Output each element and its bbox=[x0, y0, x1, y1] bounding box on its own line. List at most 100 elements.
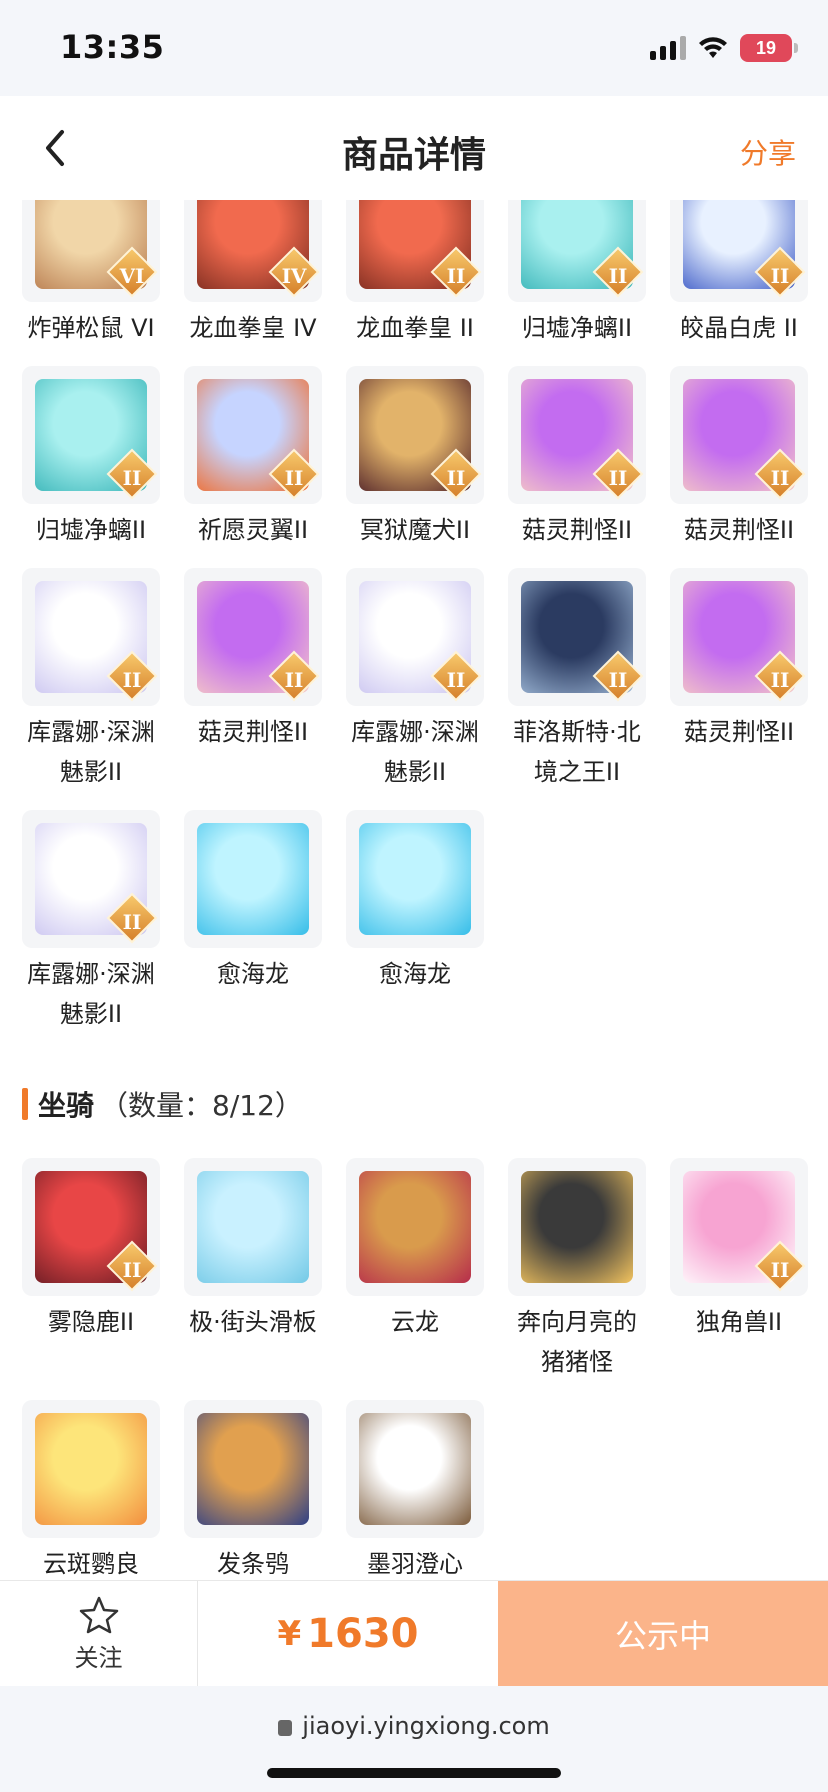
pet-item[interactable]: II 皎晶白虎 II bbox=[670, 200, 808, 348]
item-thumbnail[interactable]: II bbox=[346, 200, 484, 302]
item-thumbnail[interactable] bbox=[22, 1400, 160, 1538]
grade-badge-text: II bbox=[284, 466, 304, 490]
price: ¥ 1630 bbox=[198, 1581, 498, 1687]
follow-button[interactable]: 关注 bbox=[0, 1581, 198, 1687]
item-name: 极·街头滑板 bbox=[189, 1308, 317, 1336]
item-thumbnail[interactable]: II bbox=[508, 366, 646, 504]
battery-level: 19 bbox=[755, 37, 777, 58]
item-thumbnail[interactable]: II bbox=[22, 1158, 160, 1296]
battery-icon: 19 bbox=[740, 34, 798, 62]
item-name: 菇灵荆怪II bbox=[683, 718, 795, 746]
item-thumbnail[interactable]: II bbox=[508, 200, 646, 302]
pet-item[interactable]: II 菇灵荆怪II bbox=[670, 366, 808, 550]
pets-grid: VI 炸弹松鼠 VI IV 龙血拳皇 IV II 龙血拳皇 II II 归墟净螭II II 皎晶白… bbox=[0, 200, 828, 1034]
pet-item[interactable]: II 库露娜·深渊魅影II bbox=[22, 810, 160, 1034]
pet-item[interactable]: II 冥狱魔犬II bbox=[346, 366, 484, 550]
publicity-status-button[interactable]: 公示中 bbox=[498, 1581, 828, 1687]
pet-item[interactable]: II 归墟净螭II bbox=[508, 200, 646, 348]
mount-item[interactable]: 极·街头滑板 bbox=[184, 1158, 322, 1382]
item-art bbox=[197, 1413, 309, 1525]
item-thumbnail[interactable]: II bbox=[670, 1158, 808, 1296]
grade-badge-text: II bbox=[608, 466, 628, 490]
pet-item[interactable]: II 库露娜·深渊魅影II bbox=[22, 568, 160, 792]
item-thumbnail[interactable] bbox=[346, 1400, 484, 1538]
pet-item[interactable]: VI 炸弹松鼠 VI bbox=[22, 200, 160, 348]
item-thumbnail[interactable]: II bbox=[670, 366, 808, 504]
item-name: 皎晶白虎 II bbox=[680, 314, 798, 342]
mount-item[interactable]: 云龙 bbox=[346, 1158, 484, 1382]
url-text-wrap[interactable]: jiaoyi.yingxiong.com bbox=[0, 1712, 828, 1740]
content-area[interactable]: VI 炸弹松鼠 VI IV 龙血拳皇 IV II 龙血拳皇 II II 归墟净螭II II 皎晶白… bbox=[0, 200, 828, 1580]
grade-badge-text: II bbox=[770, 1258, 790, 1282]
mounts-grid: II 雾隐鹿II 极·街头滑板 云龙 奔向月亮的猪猪怪 II 独角兽II 云斑鹦良 发条鸮 墨羽澄… bbox=[0, 1158, 828, 1580]
item-name: 菇灵荆怪II bbox=[197, 718, 309, 746]
pet-item[interactable]: 愈海龙 bbox=[346, 810, 484, 1034]
grade-badge-text: IV bbox=[281, 264, 307, 288]
grade-badge-text: II bbox=[122, 668, 142, 692]
item-name: 墨羽澄心 bbox=[367, 1550, 463, 1578]
item-thumbnail[interactable]: II bbox=[346, 366, 484, 504]
pet-item[interactable]: II 库露娜·深渊魅影II bbox=[346, 568, 484, 792]
price-value: 1630 bbox=[307, 1611, 419, 1657]
item-thumbnail[interactable]: II bbox=[508, 568, 646, 706]
item-thumbnail[interactable]: II bbox=[22, 568, 160, 706]
price-currency: ¥ bbox=[277, 1614, 302, 1654]
url-text: jiaoyi.yingxiong.com bbox=[302, 1712, 550, 1740]
section-title: 坐骑 bbox=[38, 1089, 95, 1122]
item-thumbnail[interactable]: II bbox=[670, 568, 808, 706]
star-icon bbox=[79, 1596, 118, 1633]
item-thumbnail[interactable] bbox=[346, 810, 484, 948]
grade-badge-text: II bbox=[770, 466, 790, 490]
pet-item[interactable]: II 祈愿灵翼II bbox=[184, 366, 322, 550]
grade-badge-text: II bbox=[770, 264, 790, 288]
item-thumbnail[interactable] bbox=[508, 1158, 646, 1296]
item-thumbnail[interactable]: II bbox=[22, 366, 160, 504]
item-name: 菇灵荆怪II bbox=[683, 516, 795, 544]
mount-item[interactable]: 墨羽澄心 bbox=[346, 1400, 484, 1580]
grade-badge-text: II bbox=[770, 668, 790, 692]
home-indicator bbox=[267, 1768, 561, 1778]
item-thumbnail[interactable] bbox=[184, 1400, 322, 1538]
item-thumbnail[interactable]: VI bbox=[22, 200, 160, 302]
item-thumbnail[interactable]: II bbox=[346, 568, 484, 706]
item-thumbnail[interactable] bbox=[184, 810, 322, 948]
pet-item[interactable]: II 龙血拳皇 II bbox=[346, 200, 484, 348]
item-art bbox=[359, 1413, 471, 1525]
pet-item[interactable]: II 归墟净螭II bbox=[22, 366, 160, 550]
item-thumbnail[interactable]: II bbox=[184, 366, 322, 504]
section-header-mounts: 坐骑 （数量：8/12） bbox=[0, 1074, 828, 1134]
item-thumbnail[interactable] bbox=[346, 1158, 484, 1296]
nav-bar: 商品详情 分享 bbox=[0, 96, 828, 200]
item-name: 归墟净螭II bbox=[521, 314, 633, 342]
item-name: 奔向月亮的猪猪怪 bbox=[517, 1308, 637, 1376]
item-name: 炸弹松鼠 VI bbox=[27, 314, 155, 342]
item-thumbnail[interactable]: IV bbox=[184, 200, 322, 302]
item-art bbox=[197, 823, 309, 935]
mount-item[interactable]: 发条鸮 bbox=[184, 1400, 322, 1580]
item-thumbnail[interactable]: II bbox=[670, 200, 808, 302]
follow-label: 关注 bbox=[74, 1643, 123, 1672]
mount-item[interactable]: 奔向月亮的猪猪怪 bbox=[508, 1158, 646, 1382]
pet-item[interactable]: II 菇灵荆怪II bbox=[508, 366, 646, 550]
item-thumbnail[interactable]: II bbox=[22, 810, 160, 948]
item-name: 龙血拳皇 IV bbox=[189, 314, 317, 342]
grade-badge-text: II bbox=[122, 466, 142, 490]
item-name: 祈愿灵翼II bbox=[197, 516, 309, 544]
mount-item[interactable]: II 独角兽II bbox=[670, 1158, 808, 1382]
pet-item[interactable]: II 菲洛斯特·北境之王II bbox=[508, 568, 646, 792]
pet-item[interactable]: II 菇灵荆怪II bbox=[184, 568, 322, 792]
pet-item[interactable]: 愈海龙 bbox=[184, 810, 322, 1034]
item-name: 归墟净螭II bbox=[35, 516, 147, 544]
pet-item[interactable]: II 菇灵荆怪II bbox=[670, 568, 808, 792]
mount-item[interactable]: 云斑鹦良 bbox=[22, 1400, 160, 1580]
item-thumbnail[interactable]: II bbox=[184, 568, 322, 706]
grade-badge-text: II bbox=[122, 1258, 142, 1282]
grade-badge-text: II bbox=[608, 668, 628, 692]
status-icons: 19 bbox=[650, 34, 798, 62]
item-thumbnail[interactable] bbox=[184, 1158, 322, 1296]
pet-item[interactable]: IV 龙血拳皇 IV bbox=[184, 200, 322, 348]
item-name: 雾隐鹿II bbox=[47, 1308, 135, 1336]
share-button[interactable]: 分享 bbox=[740, 132, 796, 172]
item-name: 冥狱魔犬II bbox=[359, 516, 471, 544]
mount-item[interactable]: II 雾隐鹿II bbox=[22, 1158, 160, 1382]
